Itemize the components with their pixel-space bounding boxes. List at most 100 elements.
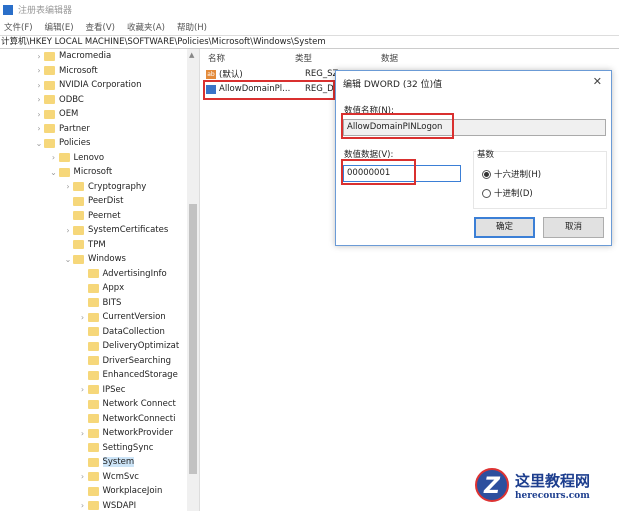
folder-icon — [87, 501, 99, 510]
chevron-right-icon[interactable]: › — [34, 81, 44, 90]
tree-item-label: BITS — [102, 297, 122, 308]
folder-icon — [44, 66, 55, 75]
menu-item[interactable]: 编辑(E) — [45, 21, 74, 33]
tree-item[interactable]: PeerDist — [63, 194, 123, 208]
menu-item[interactable]: 文件(F) — [4, 21, 33, 33]
tree-item[interactable]: NetworkConnecti — [78, 412, 176, 426]
column-header-data[interactable]: 数据 — [381, 52, 398, 64]
tree-item[interactable]: Appx — [78, 281, 124, 295]
tree-item[interactable]: Peernet — [63, 209, 121, 223]
close-icon[interactable]: ✕ — [593, 75, 602, 88]
tree-item-label: WSDAPI — [102, 500, 137, 511]
column-header-name[interactable]: 名称 — [208, 52, 225, 64]
tree-item-label: AdvertisingInfo — [102, 268, 167, 279]
tree-item[interactable]: › NetworkProvider — [78, 426, 173, 440]
chevron-right-icon[interactable]: › — [78, 313, 88, 322]
chevron-right-icon[interactable]: › — [34, 66, 44, 75]
chevron-right-icon[interactable]: › — [63, 226, 73, 235]
address-bar[interactable]: 计算机\HKEY LOCAL MACHINE\SOFTWARE\Policies… — [0, 35, 619, 49]
tree-item-label: WorkplaceJoin — [102, 486, 163, 496]
dialog-title: 编辑 DWORD (32 位)值 — [343, 80, 443, 90]
tree-item-label: Policies — [59, 138, 91, 148]
folder-icon — [87, 399, 99, 409]
column-header-type[interactable]: 类型 — [295, 52, 312, 64]
tree-item[interactable]: › IPSec — [78, 383, 126, 397]
menu-item[interactable]: 收藏夹(A) — [127, 21, 165, 33]
scroll-up-icon[interactable]: ▲ — [189, 51, 194, 59]
tree-item[interactable]: › CurrentVersion — [78, 310, 166, 324]
tree-item[interactable]: SettingSync — [78, 441, 153, 455]
chevron-right-icon[interactable]: › — [34, 52, 44, 61]
chevron-right-icon[interactable]: › — [34, 124, 44, 133]
chevron-right-icon[interactable]: › — [78, 501, 88, 510]
tree-scrollbar[interactable]: ▲ — [187, 49, 199, 511]
tree-item[interactable]: › Lenovo — [49, 151, 104, 165]
chevron-right-icon[interactable]: › — [63, 182, 73, 191]
menu-item[interactable]: 帮助(H) — [177, 21, 207, 33]
logo-z-icon: Z — [475, 468, 509, 502]
folder-icon — [87, 414, 99, 423]
tree-item[interactable]: WorkplaceJoin — [78, 484, 163, 498]
chevron-right-icon[interactable]: › — [78, 472, 88, 481]
tree-item[interactable]: DriverSearching — [78, 354, 171, 368]
cancel-button[interactable]: 取消 — [543, 217, 604, 238]
tree-item[interactable]: DataCollection — [78, 325, 165, 339]
base-label: 基数 — [477, 150, 495, 160]
folder-icon — [58, 167, 70, 177]
folder-icon — [87, 298, 99, 307]
chevron-right-icon[interactable]: › — [34, 95, 44, 104]
tree-item[interactable]: › Microsoft — [34, 64, 98, 78]
tree-item[interactable]: › ODBC — [34, 93, 83, 107]
tree-item-label: SystemCertificates — [88, 225, 169, 235]
radio-decimal[interactable]: 十进制(D) — [482, 187, 533, 199]
tree-item[interactable]: EnhancedStorage — [78, 368, 178, 382]
chevron-down-icon[interactable]: ⌄ — [34, 139, 44, 148]
tree-item[interactable]: DeliveryOptimizat — [78, 339, 179, 353]
tree-item[interactable]: › SystemCertificates — [63, 223, 168, 237]
folder-icon — [44, 80, 55, 90]
folder-icon — [44, 95, 55, 104]
folder-icon — [87, 269, 99, 278]
tree-item[interactable]: ⌄ Policies — [34, 136, 91, 150]
folder-icon — [44, 109, 55, 119]
folder-icon — [87, 428, 99, 438]
chevron-right-icon[interactable]: › — [78, 385, 88, 394]
chevron-down-icon[interactable]: ⌄ — [63, 255, 73, 264]
folder-icon — [87, 443, 99, 452]
folder-icon — [87, 486, 99, 496]
tree-item[interactable]: › Cryptography — [63, 180, 146, 194]
regedit-icon — [3, 4, 13, 15]
tree-item-label: Microsoft — [59, 65, 98, 76]
tree-item[interactable]: › WSDAPI — [78, 499, 137, 511]
folder-icon — [73, 211, 84, 220]
menu-item[interactable]: 查看(V) — [86, 21, 115, 33]
folder-icon — [87, 341, 99, 351]
tree-item[interactable]: ⌄ Microsoft — [49, 165, 112, 179]
tree-item[interactable]: AdvertisingInfo — [78, 267, 167, 281]
folder-icon — [87, 327, 99, 336]
tree-item[interactable]: › NVIDIA Corporation — [34, 78, 141, 92]
chevron-right-icon[interactable]: › — [34, 110, 44, 119]
tree-item[interactable]: BITS — [78, 296, 122, 310]
scroll-thumb[interactable] — [189, 204, 197, 474]
folder-icon — [44, 138, 55, 148]
radio-hex[interactable]: 十六进制(H) — [482, 168, 541, 180]
radio-hex-label: 十六进制(H) — [494, 170, 542, 180]
tree-item[interactable]: › OEM — [34, 107, 78, 121]
chevron-right-icon[interactable]: › — [49, 153, 59, 162]
tree-item[interactable]: System — [78, 455, 135, 469]
watermark-logo: Z 这里教程网 herecours.com — [475, 468, 590, 502]
chevron-down-icon[interactable]: ⌄ — [49, 168, 59, 177]
tree-item[interactable]: › Macromedia — [34, 49, 111, 63]
folder-icon — [87, 283, 99, 293]
chevron-right-icon[interactable]: › — [78, 429, 88, 438]
tree-item[interactable]: › Partner — [34, 122, 90, 136]
list-item[interactable]: ab (默认) REG_SZ — [206, 67, 338, 81]
tree-item[interactable]: ⌄ Windows — [63, 252, 126, 266]
tree-item[interactable]: › WcmSvc — [78, 470, 139, 484]
window-title: 注册表编辑器 — [18, 6, 73, 16]
tree-item[interactable]: TPM — [63, 238, 106, 252]
tree-item[interactable]: Network Connect — [78, 397, 176, 411]
radio-checked-icon — [482, 169, 491, 179]
ok-button[interactable]: 确定 — [474, 217, 535, 238]
